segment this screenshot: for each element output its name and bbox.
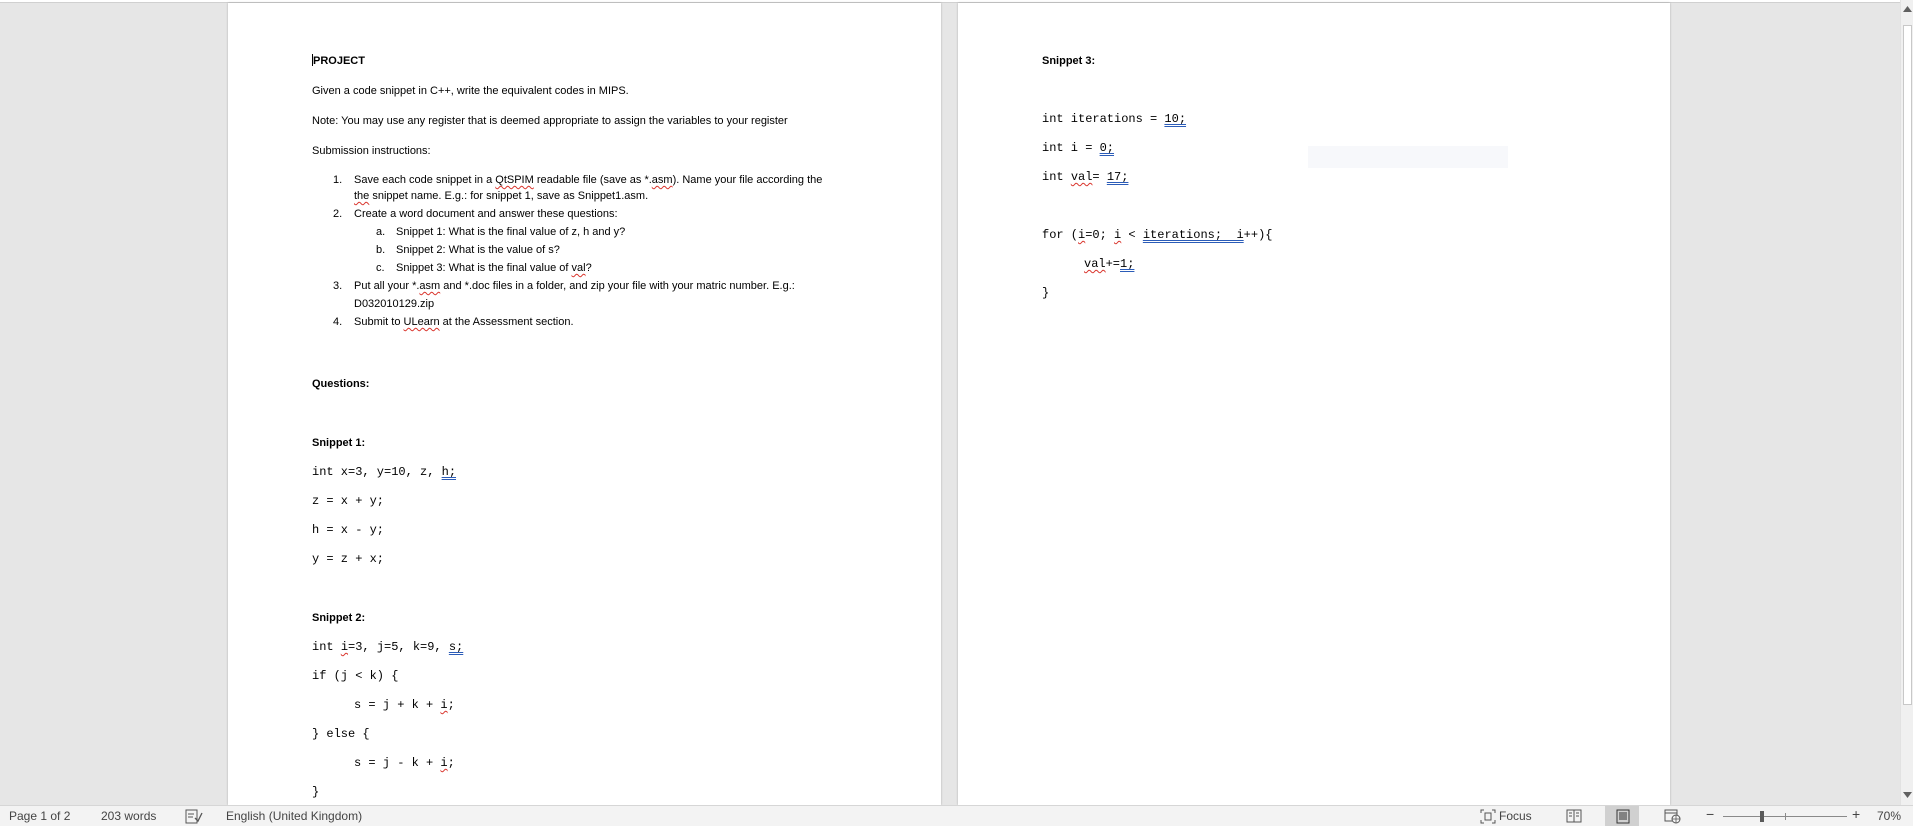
word-count[interactable]: 203 words <box>101 809 156 824</box>
list-item: 2. Create a word document and answer the… <box>333 208 618 220</box>
read-mode-icon <box>1566 809 1582 823</box>
code-line: int i = 0; <box>1042 141 1115 155</box>
code-line: if (j < k) { <box>312 669 399 683</box>
code-line: } else { <box>312 727 370 741</box>
faint-overlay <box>1308 146 1508 168</box>
print-layout-icon <box>1616 809 1630 824</box>
sub-list-item: b. Snippet 2: What is the value of s? <box>376 244 560 256</box>
code-line: for (i=0; i < iterations; i++){ <box>1042 228 1273 242</box>
focus-icon[interactable] <box>1480 809 1496 824</box>
focus-button[interactable]: Focus <box>1499 809 1532 824</box>
code-line: z = x + y; <box>312 494 385 508</box>
code-line: y = z + x; <box>312 552 385 566</box>
code-line: } <box>312 785 320 799</box>
language-indicator[interactable]: English (United Kingdom) <box>226 809 362 824</box>
list-item-continuation: the snippet name. E.g.: for snippet 1, s… <box>354 190 649 202</box>
code-line: int x=3, y=10, z, h; <box>312 465 457 479</box>
code-line: s = j + k + i; <box>354 698 455 712</box>
vertical-scrollbar[interactable] <box>1900 0 1913 805</box>
status-bar: Page 1 of 2 203 words English (United Ki… <box>0 805 1913 826</box>
document-page-1[interactable]: PROJECT Given a code snippet in C++, wri… <box>228 3 941 805</box>
scroll-thumb[interactable] <box>1903 25 1912 705</box>
code-line: } <box>1042 286 1050 300</box>
snippet1-heading: Snippet 1: <box>312 437 366 449</box>
zoom-slider-thumb[interactable] <box>1760 811 1764 822</box>
zoom-slider-center-tick <box>1785 813 1786 820</box>
code-line: s = j - k + i; <box>354 756 455 770</box>
page-count[interactable]: Page 1 of 2 <box>9 809 70 824</box>
sub-list-item: c. Snippet 3: What is the final value of… <box>376 262 592 274</box>
code-line: h = x - y; <box>312 523 385 537</box>
code-line: int val= 17; <box>1042 170 1129 184</box>
code-line: int i=3, j=5, k=9, s; <box>312 640 464 654</box>
snippet3-heading: Snippet 3: <box>1042 55 1096 67</box>
proofing-check-icon[interactable] <box>185 809 203 824</box>
code-line: val+=1; <box>1084 257 1135 271</box>
list-item-continuation: D032010129.zip <box>354 298 435 310</box>
questions-heading: Questions: <box>312 378 370 390</box>
snippet2-heading: Snippet 2: <box>312 612 366 624</box>
web-layout-icon <box>1664 809 1681 824</box>
document-title: PROJECT <box>312 54 365 67</box>
list-item: 3. Put all your *.asm and *.doc files in… <box>333 280 795 292</box>
scroll-up-arrow-icon[interactable] <box>1901 3 1913 17</box>
document-page-2[interactable]: Snippet 3: int iterations = 10; int i = … <box>958 3 1670 805</box>
zoom-level[interactable]: 70% <box>1877 809 1901 824</box>
read-mode-button[interactable] <box>1556 806 1590 826</box>
submission-list: 1. Save each code snippet in a QtSPIM re… <box>312 171 872 331</box>
list-item: 4. Submit to ULearn at the Assessment se… <box>333 316 574 328</box>
code-line: int iterations = 10; <box>1042 112 1187 126</box>
zoom-in-button[interactable]: + <box>1852 807 1860 822</box>
submission-heading: Submission instructions: <box>312 145 431 157</box>
note-paragraph: Note: You may use any register that is d… <box>312 115 788 127</box>
print-layout-button[interactable] <box>1605 806 1639 826</box>
zoom-out-button[interactable]: − <box>1706 807 1714 822</box>
scroll-down-arrow-icon[interactable] <box>1901 789 1913 803</box>
sub-list-item: a. Snippet 1: What is the final value of… <box>376 226 626 238</box>
intro-paragraph: Given a code snippet in C++, write the e… <box>312 85 629 97</box>
web-layout-button[interactable] <box>1654 806 1688 826</box>
